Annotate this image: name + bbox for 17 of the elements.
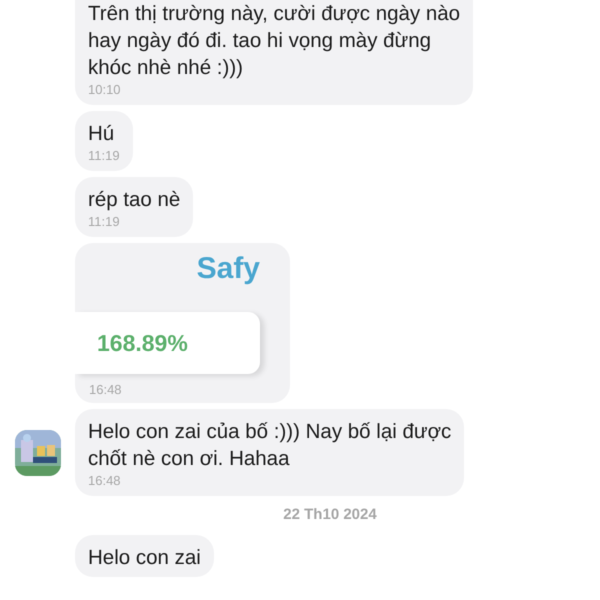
date-separator: 22 Th10 2024 [283,505,377,525]
percent-value: 168.89% [97,328,188,358]
message-text: chốt nè con ơi. Hahaa [88,446,290,472]
message-text: Helo con zai của bố :))) Nay bố lại được [88,419,452,445]
logo-text: Safy [196,250,260,286]
message-text: hay ngày đó đi. tao hi vọng mày đừng [88,28,432,54]
message-time: 16:48 [88,381,123,399]
message-text: Helo con zai [88,544,201,570]
message-text: Hú [88,121,116,147]
message-text: rép tao nè [88,187,180,213]
message-text: khóc nhè nhé :))) [88,55,244,81]
message-time: 10:10 [88,81,122,99]
message-time: 16:48 [88,472,122,490]
message-text: Trên thị trường này, cười được ngày nào [88,1,460,27]
message-time: 11:19 [88,213,121,231]
message-time: 11:19 [88,147,120,165]
avatar[interactable] [14,430,60,476]
